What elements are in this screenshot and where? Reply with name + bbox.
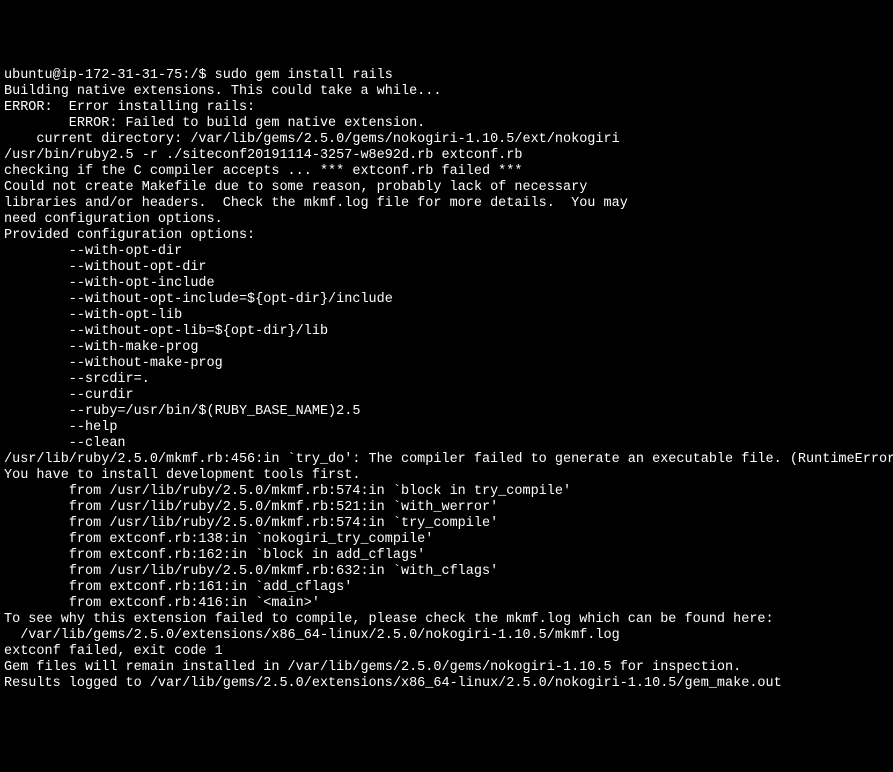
terminal-line: current directory: /var/lib/gems/2.5.0/g… [4,132,889,148]
terminal-line: --without-make-prog [4,356,889,372]
terminal-line: ERROR: Error installing rails: [4,100,889,116]
terminal-line: Gem files will remain installed in /var/… [4,660,889,676]
terminal-line: --with-opt-lib [4,308,889,324]
terminal-line: checking if the C compiler accepts ... *… [4,164,889,180]
terminal-line: /var/lib/gems/2.5.0/extensions/x86_64-li… [4,628,889,644]
terminal-line: extconf failed, exit code 1 [4,644,889,660]
terminal-line: --with-opt-dir [4,244,889,260]
terminal-line: To see why this extension failed to comp… [4,612,889,628]
terminal-line: /usr/bin/ruby2.5 -r ./siteconf20191114-3… [4,148,889,164]
terminal-line: --curdir [4,388,889,404]
terminal-line: /usr/lib/ruby/2.5.0/mkmf.rb:456:in `try_… [4,452,889,468]
terminal-line: --ruby=/usr/bin/$(RUBY_BASE_NAME)2.5 [4,404,889,420]
terminal-line: from extconf.rb:162:in `block in add_cfl… [4,548,889,564]
terminal-line: from /usr/lib/ruby/2.5.0/mkmf.rb:574:in … [4,516,889,532]
terminal-line: Could not create Makefile due to some re… [4,180,889,196]
terminal-line: from /usr/lib/ruby/2.5.0/mkmf.rb:521:in … [4,500,889,516]
terminal-line: --without-opt-lib=${opt-dir}/lib [4,324,889,340]
terminal-line: Provided configuration options: [4,228,889,244]
terminal-command: sudo gem install rails [215,68,393,83]
terminal-line: --with-make-prog [4,340,889,356]
terminal-line: libraries and/or headers. Check the mkmf… [4,196,889,212]
terminal-line: --without-opt-include=${opt-dir}/include [4,292,889,308]
terminal-line: from /usr/lib/ruby/2.5.0/mkmf.rb:632:in … [4,564,889,580]
terminal-prompt-line: ubuntu@ip-172-31-31-75:/$ sudo gem insta… [4,68,889,84]
terminal-line: --without-opt-dir [4,260,889,276]
terminal-line: from extconf.rb:161:in `add_cflags' [4,580,889,596]
terminal-line: from extconf.rb:416:in `<main>' [4,596,889,612]
terminal-line: --clean [4,436,889,452]
terminal-line: need configuration options. [4,212,889,228]
terminal-output[interactable]: ubuntu@ip-172-31-31-75:/$ sudo gem insta… [4,68,889,692]
terminal-line: Results logged to /var/lib/gems/2.5.0/ex… [4,676,889,692]
terminal-line: --srcdir=. [4,372,889,388]
terminal-line: from extconf.rb:138:in `nokogiri_try_com… [4,532,889,548]
terminal-line: ERROR: Failed to build gem native extens… [4,116,889,132]
terminal-line: --with-opt-include [4,276,889,292]
terminal-line: --help [4,420,889,436]
terminal-prompt: ubuntu@ip-172-31-31-75:/$ [4,68,215,83]
terminal-line: You have to install development tools fi… [4,468,889,484]
terminal-line: from /usr/lib/ruby/2.5.0/mkmf.rb:574:in … [4,484,889,500]
terminal-line: Building native extensions. This could t… [4,84,889,100]
